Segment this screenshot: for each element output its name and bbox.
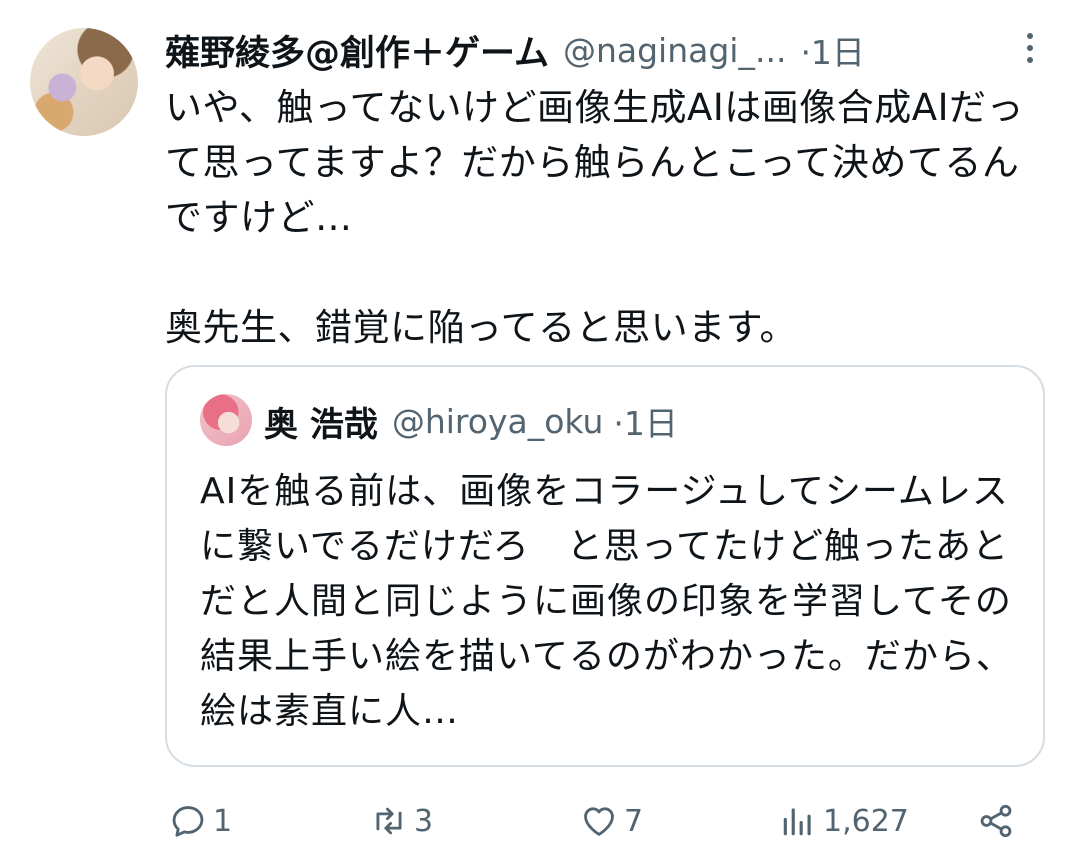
quoted-tweet-text: AIを触る前は、画像をコラージュしてシームレスに繋いでるだけだろ と思ってたけど…: [200, 471, 1013, 732]
view-count: 1,627: [823, 803, 909, 839]
tweet-timestamp[interactable]: ·1日: [800, 26, 865, 74]
tweet-text: いや、触ってないけど画像生成AIは画像合成AIだって思ってますよ？だから触らんと…: [165, 86, 1024, 349]
author-avatar[interactable]: [30, 28, 138, 136]
more-vertical-icon[interactable]: [1020, 30, 1040, 66]
views-button[interactable]: 1,627: [779, 795, 909, 847]
share-icon: [980, 804, 1012, 838]
views-chart-icon: [783, 808, 811, 836]
quoted-author-avatar: [200, 394, 252, 446]
reply-count: 1: [213, 803, 233, 839]
tweet-header: 薙野綾多@創作＋ゲーム @naginagi_... ·1日: [165, 22, 1025, 78]
quoted-author-display-name: 奥 浩哉: [264, 404, 378, 445]
quoted-tweet-timestamp: ·1日: [613, 404, 678, 443]
quoted-tweet-header: 奥 浩哉 @hiroya_oku ·1日: [264, 393, 678, 449]
like-count: 7: [624, 803, 644, 839]
author-handle[interactable]: @naginagi_...: [563, 31, 786, 70]
heart-icon: [584, 807, 614, 836]
tweet-actions-bar: 1 3 7 1,627: [165, 795, 1035, 847]
author-display-name[interactable]: 薙野綾多@創作＋ゲーム: [165, 25, 549, 76]
reply-button[interactable]: 1: [169, 795, 232, 847]
retweet-count: 3: [414, 803, 434, 839]
retweet-icon: [376, 807, 402, 835]
retweet-button[interactable]: 3: [370, 795, 433, 847]
reply-icon: [172, 806, 204, 837]
quoted-tweet[interactable]: 奥 浩哉 @hiroya_oku ·1日 AIを触る前は、画像をコラージュしてシ…: [165, 365, 1045, 767]
like-button[interactable]: 7: [580, 795, 643, 847]
share-button[interactable]: [977, 795, 1021, 847]
quoted-author-handle: @hiroya_oku: [391, 401, 604, 441]
tweet[interactable]: 薙野綾多@創作＋ゲーム @naginagi_... ·1日 いや、触ってないけど…: [0, 0, 1080, 857]
